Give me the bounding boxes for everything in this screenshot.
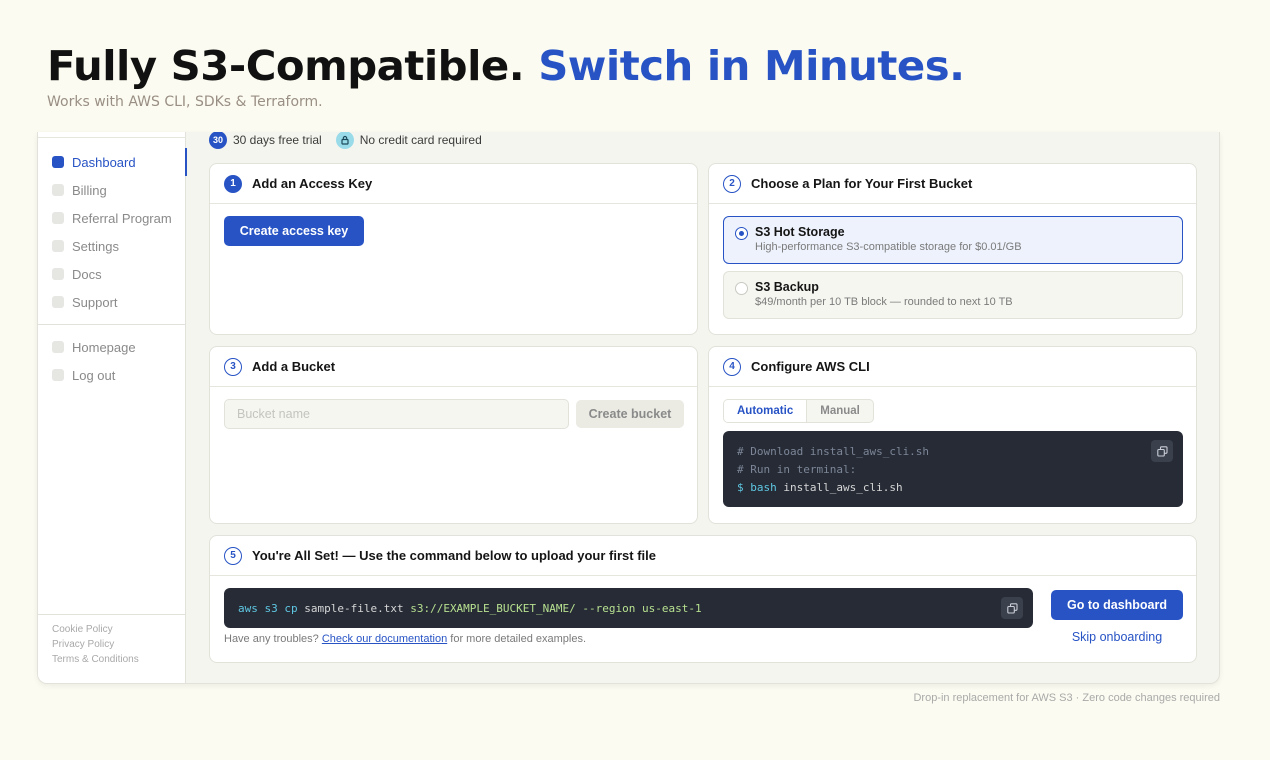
step1-card: 1 Add an Access Key Create access key xyxy=(209,163,698,335)
step4-number: 4 xyxy=(723,357,741,376)
sidebar-footer-divider xyxy=(38,614,186,615)
step1-header: 1 Add an Access Key xyxy=(210,164,697,204)
settings-icon xyxy=(52,240,64,252)
sidebar-item-settings[interactable]: Settings xyxy=(38,232,186,260)
app-window: Dashboard Billing Referral Program Setti… xyxy=(37,132,1220,684)
plan-description: High-performance S3-compatible storage f… xyxy=(755,241,1022,253)
command-file: sample-file.txt xyxy=(304,601,404,615)
sidebar-item-referral-program[interactable]: Referral Program xyxy=(38,204,186,232)
documentation-link[interactable]: Check our documentation xyxy=(322,633,447,645)
logout-icon xyxy=(52,369,64,381)
help-prefix: Have any troubles? xyxy=(224,633,319,645)
sidebar-item-log-out[interactable]: Log out xyxy=(38,361,186,389)
dashboard-icon xyxy=(52,156,64,168)
create-bucket-button[interactable]: Create bucket xyxy=(576,400,684,428)
plan-option-backup[interactable]: S3 Backup $49/month per 10 TB block — ro… xyxy=(723,271,1183,319)
tab-automatic[interactable]: Automatic xyxy=(724,400,808,422)
hero-title-accent: Switch in Minutes. xyxy=(538,42,965,90)
sidebar: Dashboard Billing Referral Program Setti… xyxy=(38,132,187,683)
step3-card: 3 Add a Bucket Create bucket xyxy=(209,346,698,524)
step5-title: You're All Set! — Use the command below … xyxy=(252,548,656,563)
upload-command-code-block: aws s3 cp sample-file.txt s3://EXAMPLE_B… xyxy=(224,588,1033,628)
step3-header: 3 Add a Bucket xyxy=(210,347,697,387)
step2-number: 2 xyxy=(723,174,741,193)
sidebar-item-label: Support xyxy=(72,294,118,310)
no-card-label: No credit card required xyxy=(359,133,482,147)
tab-manual[interactable]: Manual xyxy=(807,400,873,422)
create-access-key-button[interactable]: Create access key xyxy=(224,216,364,246)
step2-header: 2 Choose a Plan for Your First Bucket xyxy=(709,164,1196,204)
step4-header: 4 Configure AWS CLI xyxy=(709,347,1196,387)
plan-radio-selected[interactable] xyxy=(735,227,748,240)
code-line: # Download install_aws_cli.sh xyxy=(737,445,930,458)
help-text: Have any troubles? Check our documentati… xyxy=(224,633,586,645)
step4-card: 4 Configure AWS CLI Automatic Manual # D… xyxy=(708,346,1197,524)
cli-mode-tabs: Automatic Manual xyxy=(723,399,874,423)
docs-icon xyxy=(52,268,64,280)
sidebar-item-label: Dashboard xyxy=(72,154,136,170)
sidebar-item-billing[interactable]: Billing xyxy=(38,176,186,204)
step1-number: 1 xyxy=(224,174,242,193)
sidebar-item-docs[interactable]: Docs xyxy=(38,260,186,288)
billing-icon xyxy=(52,184,64,196)
step5-number: 5 xyxy=(224,546,242,565)
plan-option-hot-storage[interactable]: S3 Hot Storage High-performance S3-compa… xyxy=(723,216,1183,264)
step5-header: 5 You're All Set! — Use the command belo… xyxy=(210,536,1196,576)
plan-radio[interactable] xyxy=(735,282,748,295)
go-to-dashboard-button[interactable]: Go to dashboard xyxy=(1051,590,1183,620)
sidebar-item-label: Docs xyxy=(72,266,102,282)
plan-name: S3 Backup xyxy=(755,280,819,294)
copy-icon[interactable] xyxy=(1001,597,1023,619)
home-icon xyxy=(52,341,64,353)
step3-number: 3 xyxy=(224,357,242,376)
help-suffix: for more detailed examples. xyxy=(450,633,586,645)
code-prompt: $ bash xyxy=(737,481,777,494)
sidebar-item-label: Log out xyxy=(72,367,116,383)
terms-link[interactable]: Terms & Conditions xyxy=(52,652,139,667)
sidebar-footer: Cookie Policy Privacy Policy Terms & Con… xyxy=(52,622,139,667)
trial-days-badge: 30 xyxy=(209,132,227,149)
code-arg: install_aws_cli.sh xyxy=(783,481,903,494)
sidebar-item-label: Referral Program xyxy=(72,210,172,226)
hero: Fully S3-Compatible. Switch in Minutes. … xyxy=(47,40,965,110)
hero-title: Fully S3-Compatible. Switch in Minutes. xyxy=(47,40,965,92)
plan-description: $49/month per 10 TB block — rounded to n… xyxy=(755,296,1013,308)
step2-title: Choose a Plan for Your First Bucket xyxy=(751,176,973,191)
step1-title: Add an Access Key xyxy=(252,176,373,191)
sidebar-item-homepage[interactable]: Homepage xyxy=(38,333,186,361)
bucket-name-input[interactable] xyxy=(224,399,569,429)
cookie-policy-link[interactable]: Cookie Policy xyxy=(52,622,139,637)
trial-badges: 30 30 days free trial No credit card req… xyxy=(209,132,482,149)
sidebar-item-dashboard[interactable]: Dashboard xyxy=(38,148,187,176)
command-cmd: aws s3 cp xyxy=(238,601,298,615)
support-icon xyxy=(52,296,64,308)
step5-card: 5 You're All Set! — Use the command belo… xyxy=(209,535,1197,663)
code-line: $ bash install_aws_cli.sh xyxy=(737,479,1169,497)
sidebar-item-support[interactable]: Support xyxy=(38,288,186,316)
sidebar-top-divider xyxy=(38,132,186,138)
command-target: s3://EXAMPLE_BUCKET_NAME/ xyxy=(410,601,576,615)
step2-card: 2 Choose a Plan for Your First Bucket S3… xyxy=(708,163,1197,335)
sidebar-item-label: Homepage xyxy=(72,339,136,355)
footer-note: Drop-in replacement for AWS S3 · Zero co… xyxy=(913,692,1220,704)
main-content: 30 30 days free trial No credit card req… xyxy=(187,132,1219,683)
step3-title: Add a Bucket xyxy=(252,359,336,374)
trial-label: 30 days free trial xyxy=(233,133,322,147)
sidebar-divider xyxy=(38,324,186,325)
hero-title-main: Fully S3-Compatible. xyxy=(47,42,525,90)
sidebar-item-label: Settings xyxy=(72,238,119,254)
command-flag: --region us-east-1 xyxy=(582,601,702,615)
skip-onboarding-link[interactable]: Skip onboarding xyxy=(1051,630,1183,644)
cli-install-code-block: # Download install_aws_cli.sh # Run in t… xyxy=(723,431,1183,507)
step4-title: Configure AWS CLI xyxy=(751,359,870,374)
privacy-policy-link[interactable]: Privacy Policy xyxy=(52,637,139,652)
lock-icon xyxy=(335,132,354,149)
copy-icon[interactable] xyxy=(1151,440,1173,462)
code-line: # Run in terminal: xyxy=(737,463,857,476)
sidebar-item-label: Billing xyxy=(72,182,107,198)
referral-icon xyxy=(52,212,64,224)
plan-name: S3 Hot Storage xyxy=(755,225,845,239)
hero-subtitle: Works with AWS CLI, SDKs & Terraform. xyxy=(47,94,323,110)
